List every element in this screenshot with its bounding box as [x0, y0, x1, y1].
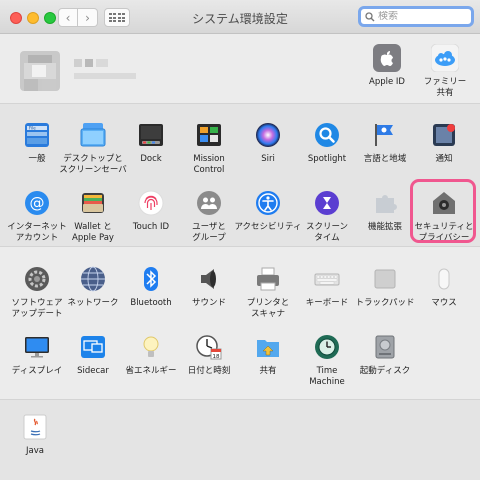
- screen-time-icon: [312, 188, 342, 218]
- show-all-grid-button[interactable]: [104, 8, 130, 27]
- sharing-icon: [253, 332, 283, 362]
- other-section: [0, 400, 480, 480]
- date-day-number: 18: [213, 354, 220, 360]
- software-update-icon: [22, 264, 52, 294]
- java-icon: [20, 412, 50, 442]
- close-window-button[interactable]: [10, 12, 22, 24]
- chevron-right-icon: ›: [85, 10, 90, 25]
- back-button[interactable]: ‹: [58, 8, 78, 27]
- accessibility-icon: [253, 188, 283, 218]
- keyboard-icon: [312, 264, 342, 294]
- pane-label: 通知: [435, 154, 453, 164]
- sidecar-icon: [78, 332, 108, 362]
- svg-text:File: File: [29, 126, 36, 131]
- startup-disk-icon: [370, 332, 400, 362]
- display-icon: [22, 332, 52, 362]
- extensions-icon: [370, 188, 400, 218]
- pane-mouse[interactable]: マウス: [409, 264, 479, 309]
- pane-startup-disk[interactable]: 起動ディスク: [350, 332, 420, 377]
- dock-icon: [136, 120, 166, 150]
- title-bar: ‹ › システム環境設定: [0, 0, 480, 34]
- language-region-icon: [370, 120, 400, 150]
- pane-label: マウス: [431, 298, 457, 308]
- forward-button[interactable]: ›: [78, 8, 98, 27]
- sound-icon: [194, 264, 224, 294]
- printer-icon: [253, 264, 283, 294]
- bluetooth-icon: [136, 264, 166, 294]
- siri-icon: [253, 120, 283, 150]
- user-subtitle-redacted: [74, 73, 136, 79]
- trackpad-icon: [370, 264, 400, 294]
- avatar[interactable]: [16, 47, 64, 95]
- user-name-redacted: [74, 59, 108, 67]
- network-icon: [78, 264, 108, 294]
- account-header: Apple ID ファミリー 共有: [0, 35, 480, 103]
- zoom-window-button[interactable]: [44, 12, 56, 24]
- search-icon: [365, 11, 375, 21]
- search-field[interactable]: [358, 6, 474, 27]
- notifications-icon: [429, 120, 459, 150]
- spotlight-icon: [312, 120, 342, 150]
- svg-text:@: @: [30, 194, 45, 212]
- minimize-window-button[interactable]: [27, 12, 39, 24]
- wallet-icon: [78, 188, 108, 218]
- pane-label: 起動ディスク: [359, 366, 411, 376]
- mission-control-icon: [194, 120, 224, 150]
- internet-accounts-icon: @: [22, 188, 52, 218]
- apple-logo-icon: [372, 43, 402, 73]
- general-icon: File: [22, 120, 52, 150]
- pane-family-sharing[interactable]: ファミリー 共有: [410, 43, 480, 99]
- time-machine-icon: [312, 332, 342, 362]
- selection-highlight: [410, 179, 476, 243]
- energy-saver-icon: [136, 332, 166, 362]
- pane-label: Java: [26, 446, 44, 456]
- pane-java[interactable]: Java: [0, 412, 70, 457]
- pane-notifications[interactable]: 通知: [409, 120, 479, 165]
- search-input[interactable]: [378, 11, 468, 22]
- pane-label: ファミリー 共有: [423, 77, 467, 98]
- desktop-screensaver-icon: [78, 120, 108, 150]
- date-time-icon: 18: [194, 332, 224, 362]
- chevron-left-icon: ‹: [65, 10, 71, 25]
- mouse-icon: [429, 264, 459, 294]
- touch-id-icon: [136, 188, 166, 218]
- users-groups-icon: [194, 188, 224, 218]
- family-sharing-icon: [430, 43, 460, 73]
